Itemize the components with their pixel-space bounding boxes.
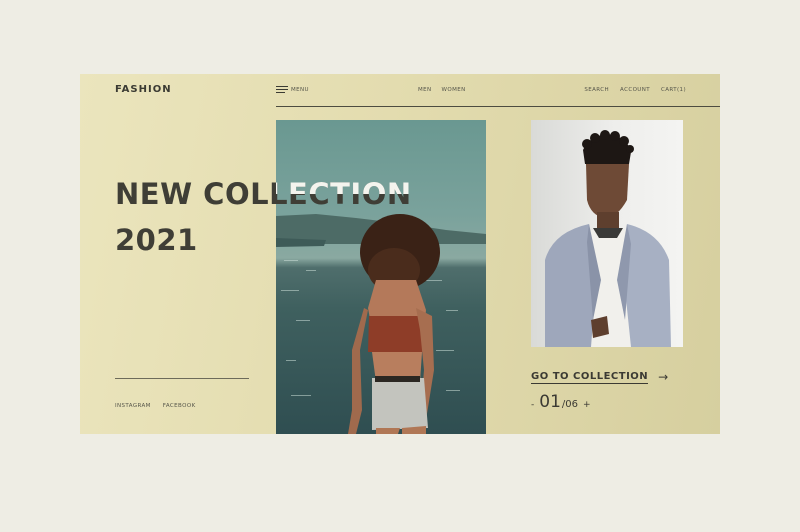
nav-link-men[interactable]: MEN <box>418 87 432 93</box>
utility-nav: SEARCH ACCOUNT CART(1) <box>584 87 686 93</box>
cta-label: GO TO COLLECTION <box>531 370 649 384</box>
instagram-link[interactable]: INSTAGRAM <box>115 403 151 409</box>
hero-frame: FASHION MENU MEN WOMEN SEARCH ACCOUNT CA… <box>80 74 720 434</box>
header-divider <box>276 106 720 107</box>
pager-total: /06 <box>561 399 578 410</box>
arrow-right-icon: → <box>658 370 669 384</box>
social-links: INSTAGRAM FACEBOOK <box>115 403 196 409</box>
left-divider <box>115 378 249 379</box>
hero-title-line2: 2021 <box>115 223 198 257</box>
facebook-link[interactable]: FACEBOOK <box>163 403 196 409</box>
nav-link-account[interactable]: ACCOUNT <box>620 87 650 93</box>
menu-label: MENU <box>291 86 309 93</box>
nav-link-search[interactable]: SEARCH <box>584 87 609 93</box>
pager-next-button[interactable]: + <box>583 400 591 410</box>
pager-current: 01 <box>539 392 561 412</box>
menu-button[interactable]: MENU <box>276 86 309 93</box>
nav-link-women[interactable]: WOMEN <box>442 87 466 93</box>
hamburger-icon <box>276 86 288 93</box>
pager-prev-button[interactable]: - <box>531 400 534 410</box>
category-nav: MEN WOMEN <box>418 87 466 93</box>
go-to-collection-link[interactable]: GO TO COLLECTION → <box>531 370 668 384</box>
slide-pager: - 01 /06 + <box>531 392 591 412</box>
hero-photo-woman <box>276 120 486 434</box>
nav-link-cart[interactable]: CART(1) <box>661 87 686 93</box>
hero-photo-man <box>531 120 683 347</box>
brand-logo[interactable]: FASHION <box>115 84 172 95</box>
